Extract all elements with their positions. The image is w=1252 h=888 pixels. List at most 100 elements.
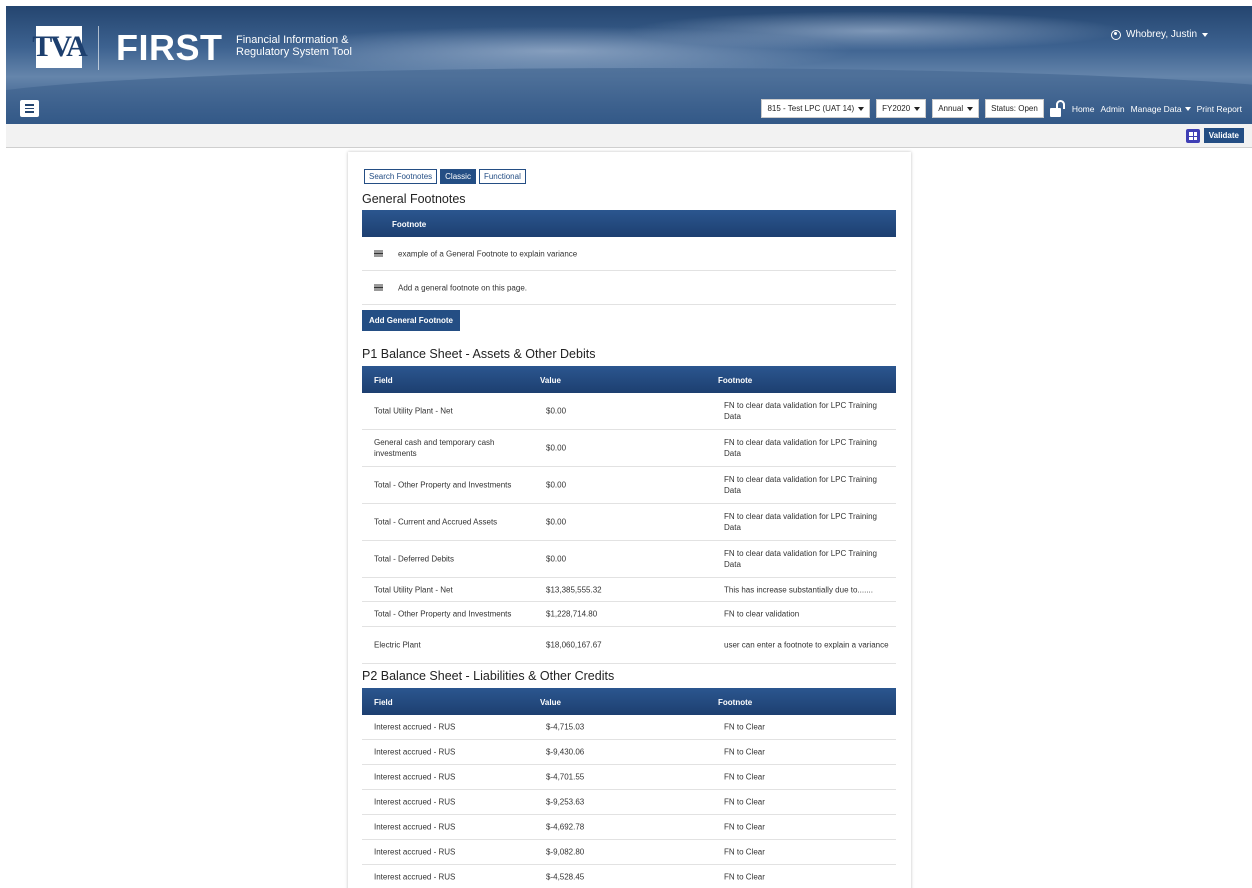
value-cell: $-4,701.55 (546, 772, 585, 782)
chevron-down-icon (914, 106, 921, 111)
footnote-cell[interactable]: user can enter a footnote to explain a v… (724, 640, 889, 651)
value-cell: $0.00 (546, 443, 567, 453)
lock-body (1049, 107, 1061, 117)
nav-controls: 815 - Test LPC (UAT 14) FY2020 Annual St… (761, 99, 1242, 118)
menu-icon-bar (25, 107, 34, 110)
field-cell: Interest accrued - RUS (374, 797, 456, 807)
org-select-value: 815 - Test LPC (UAT 14) (767, 104, 855, 113)
tab-search-footnotes[interactable]: Search Footnotes (364, 169, 438, 184)
year-select[interactable]: FY2020 (876, 99, 927, 118)
drag-handle-icon[interactable] (374, 284, 383, 291)
drag-handle-icon[interactable] (374, 250, 383, 257)
table-row[interactable]: General cash and temporary cash investme… (362, 430, 896, 467)
table-row[interactable]: Total - Other Property and Investments $0… (362, 467, 896, 504)
tab-functional[interactable]: Functional (478, 169, 526, 184)
tva-logo[interactable]: TVA (32, 26, 88, 68)
table-row[interactable]: Interest accrued - RUS $-9,082.80 FN to Cl… (362, 840, 896, 865)
footnote-cell[interactable]: FN to clear validation (724, 609, 889, 620)
nav-home-link[interactable]: Home (1072, 104, 1095, 114)
user-menu[interactable]: Whobrey, Justin (1111, 29, 1208, 40)
bar (374, 284, 383, 286)
footnotes-card: Search Footnotes Classic Functional Gene… (348, 152, 911, 888)
bar (374, 250, 383, 252)
table-row[interactable]: Total - Other Property and Investments $1… (362, 602, 896, 627)
column-header-footnote: Footnote (718, 376, 753, 385)
footnote-cell[interactable]: FN to Clear (724, 797, 889, 808)
period-select[interactable]: Annual (932, 99, 980, 118)
footnote-cell[interactable]: FN to clear data validation for LPC Trai… (724, 400, 889, 422)
period-select-value: Annual (938, 104, 964, 113)
footnote-cell[interactable]: This has increase substantially due to..… (724, 584, 889, 595)
unlock-icon[interactable] (1049, 99, 1066, 118)
footnote-cell[interactable]: FN to clear data validation for LPC Trai… (724, 437, 889, 459)
field-cell: General cash and temporary cash investme… (374, 438, 495, 458)
value-cell: $0.00 (546, 480, 567, 490)
general-footnote-row[interactable]: example of a General Footnote to explain… (362, 237, 896, 271)
field-cell: Total Utility Plant - Net (374, 585, 453, 594)
field-cell: Interest accrued - RUS (374, 872, 456, 882)
nav-admin-link[interactable]: Admin (1101, 104, 1125, 114)
field-cell: Total - Deferred Debits (374, 554, 455, 564)
footnote-cell[interactable]: FN to clear data validation for LPC Trai… (724, 474, 889, 496)
user-icon (1111, 29, 1122, 40)
footnote-cell[interactable]: FN to Clear (724, 872, 889, 883)
logo-divider (98, 26, 99, 70)
table-row[interactable]: Interest accrued - RUS $-4,528.45 FN to Cl… (362, 865, 896, 888)
validate-button[interactable]: Validate (1203, 128, 1244, 143)
field-cell: Interest accrued - RUS (374, 722, 456, 732)
status-text: Status: Open (991, 104, 1038, 113)
table-row[interactable]: Interest accrued - RUS $-4,715.03 FN to Cl… (362, 715, 896, 740)
status-badge[interactable]: Status: Open (985, 99, 1044, 118)
nav-manage-data-menu[interactable]: Manage Data (1131, 104, 1191, 114)
table-row[interactable]: Interest accrued - RUS $-9,253.63 FN to Cl… (362, 790, 896, 815)
p2-table-header: Field Value Footnote (362, 688, 896, 715)
table-row[interactable]: Total Utility Plant - Net $0.00 FN to clea… (362, 393, 896, 430)
field-cell: Interest accrued - RUS (374, 822, 456, 832)
footnote-cell[interactable]: FN to clear data validation for LPC Trai… (724, 548, 889, 570)
value-cell: $-9,253.63 (546, 797, 585, 807)
footnote-cell[interactable]: FN to Clear (724, 822, 889, 833)
table-row[interactable]: Total - Deferred Debits $0.00 FN to clear … (362, 541, 896, 578)
table-row[interactable]: Total Utility Plant - Net $13,385,555.32 T… (362, 578, 896, 602)
menu-toggle-button[interactable] (20, 100, 39, 117)
navbar: 815 - Test LPC (UAT 14) FY2020 Annual St… (6, 94, 1252, 124)
nav-print-report-link[interactable]: Print Report (1197, 104, 1242, 114)
field-cell: Total - Other Property and Investments (374, 609, 512, 619)
table-row[interactable]: Interest accrued - RUS $-4,701.55 FN to Cl… (362, 765, 896, 790)
page: TVA FIRST Financial Information & Regula… (0, 0, 1252, 888)
table-row[interactable]: Electric Plant $18,060,167.67 user can ent… (362, 627, 896, 664)
grid-cell (1193, 132, 1197, 136)
bar (374, 252, 383, 255)
table-row[interactable]: Interest accrued - RUS $-4,692.78 FN to Cl… (362, 815, 896, 840)
value-cell: $-4,715.03 (546, 722, 585, 732)
tab-classic[interactable]: Classic (440, 169, 476, 184)
calculator-icon[interactable] (1186, 129, 1200, 143)
add-general-footnote-button[interactable]: Add General Footnote (362, 310, 460, 331)
value-cell: $13,385,555.32 (546, 585, 602, 594)
menu-icon-bar (25, 111, 34, 113)
field-cell: Total Utility Plant - Net (374, 406, 453, 416)
value-cell: $0.00 (546, 554, 567, 564)
year-select-value: FY2020 (882, 104, 911, 113)
footnote-cell[interactable]: FN to Clear (724, 747, 889, 758)
footnote-cell[interactable]: FN to clear data validation for LPC Trai… (724, 511, 889, 533)
footnote-cell[interactable]: FN to Clear (724, 722, 889, 733)
field-cell: Interest accrued - RUS (374, 847, 456, 857)
general-footnote-text: Add a general footnote on this page. (398, 283, 527, 292)
footnote-cell[interactable]: FN to Clear (724, 847, 889, 858)
footnote-cell[interactable]: FN to Clear (724, 772, 889, 783)
bar (374, 289, 383, 291)
chevron-down-icon (1184, 106, 1191, 111)
table-row[interactable]: Interest accrued - RUS $-9,430.06 FN to Cl… (362, 740, 896, 765)
general-footnote-row[interactable]: Add a general footnote on this page. (362, 271, 896, 305)
column-header-field: Field (374, 376, 393, 385)
value-cell: $-9,430.06 (546, 747, 585, 757)
table-row[interactable]: Total - Current and Accrued Assets $0.00 F… (362, 504, 896, 541)
grid-cell (1189, 132, 1193, 136)
general-footnote-text: example of a General Footnote to explain… (398, 249, 578, 258)
org-select[interactable]: 815 - Test LPC (UAT 14) (761, 99, 871, 118)
p2-section-title: P2 Balance Sheet - Liabilities & Other C… (362, 669, 615, 683)
value-cell: $-4,528.45 (546, 872, 585, 882)
action-bar: Validate (6, 124, 1252, 148)
value-cell: $-9,082.80 (546, 847, 585, 857)
